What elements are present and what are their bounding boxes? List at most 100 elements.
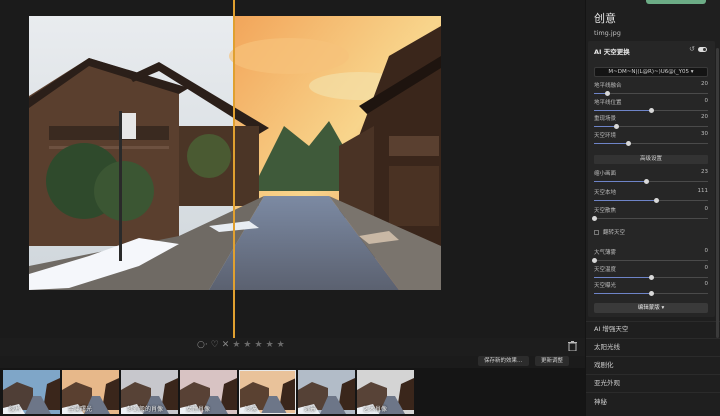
preset-thumbnail[interactable]: 梦幻般的肖像 [121,370,178,414]
section-toggle[interactable] [698,47,707,52]
panel-scrollbar[interactable] [716,48,719,338]
panel-item-mystical[interactable]: 神秘 [594,396,607,406]
slider-label: 地平线融合 [594,83,622,89]
divider [586,356,720,357]
divider [586,338,720,339]
slider-fill [594,199,657,201]
slider-label: 天空散焦 [594,208,617,214]
slider-label: 天空温度 [594,266,617,273]
panel-item-matte-look[interactable]: 亚光外观 [594,377,620,387]
slider-value: 0 [704,248,709,254]
slider-value: 20 [701,81,708,87]
preset-thumbnail[interactable]: 金属曙光 [62,370,119,414]
star-icon[interactable]: ★ [266,340,274,350]
undo-icon[interactable]: ↺ [689,45,695,53]
star-icon[interactable]: ★ [255,340,263,350]
panel-item-dramatic[interactable]: 戏剧化 [594,359,614,369]
trash-icon[interactable] [568,341,577,351]
thumbnail-label: 远景 [304,406,317,413]
advanced-slider[interactable]: 天空本地 111 [594,188,708,206]
slider-value: 0 [704,206,709,212]
slider-label: 地平线位置 [594,99,622,106]
preset-filmstrip: 胶片 金属曙光 梦幻般的肖像 女性肖像 冷漠 远景 艺术肖像 [0,368,585,416]
creative-panel: 创意 timg.jpg AI 天空更换 ↺ M~DM~N|(L@R)~)U6@(… [585,0,720,416]
image-canvas[interactable] [0,0,585,338]
slider-handle[interactable] [605,91,611,96]
slider-value: 0 [704,264,709,271]
thumbnail-label: 女性肖像 [186,406,211,413]
checkbox-box[interactable] [594,229,599,235]
slider-value: 20 [701,114,708,120]
compare-divider-handle[interactable] [233,0,235,338]
slider-handle[interactable] [648,107,654,113]
thumbnail-label: 冷漠 [245,406,258,413]
slider-handle[interactable] [643,179,649,184]
slider-value: 111 [697,187,709,194]
photo-preview [29,16,441,290]
save-preset-button[interactable]: 保存新的效果… [478,356,529,366]
reject-icon[interactable]: ✕ [222,340,230,350]
advanced-slider[interactable]: 天空散焦 0 [591,206,709,224]
slider-fill [594,181,647,182]
star-icon[interactable]: ★ [232,340,240,350]
color-label-icon[interactable]: ○· [197,340,208,350]
slider-handle[interactable] [648,291,654,296]
slider-value: 0 [704,281,709,287]
section-title[interactable]: AI 天空更换 [594,46,630,56]
advanced-slider[interactable]: 缩小画面 23 [594,169,708,187]
slider-handle[interactable] [614,124,620,129]
panel-accent [646,0,706,4]
rating-bar: ○· ♡ ✕ ★ ★ ★ ★ ★ [0,338,585,356]
slider-handle[interactable] [654,197,660,203]
lower-slider[interactable]: 天空曝光 0 [594,281,708,299]
edit-mask-button[interactable]: 编辑蒙版 ▾ [594,303,708,313]
param-slider[interactable]: 重现场景 20 [594,114,708,132]
param-slider[interactable]: 地平线位置 0 [594,98,708,116]
advanced-settings-button[interactable]: 高级设置 [594,155,708,164]
lower-slider[interactable]: 天空温度 0 [594,265,708,283]
flip-sky-label: 翻转天空 [603,230,626,236]
slider-track[interactable] [594,93,708,94]
lower-slider[interactable]: 大气薄雾 0 [591,248,709,266]
thumbnail-label: 艺术肖像 [363,406,388,413]
slider-handle[interactable] [591,258,597,263]
slider-label: 天空曝光 [594,283,617,289]
street-photo [29,16,441,290]
slider-handle[interactable] [648,274,654,280]
star-icon[interactable]: ★ [243,340,251,350]
param-slider[interactable]: 地平线融合 20 [594,81,708,99]
flip-sky-checkbox[interactable]: 翻转天空 [594,228,625,236]
heart-icon[interactable]: ♡ [211,340,219,350]
sky-dropdown[interactable]: M~DM~N|(L@R)~)U6@(_Y05 ▾ [594,67,708,77]
slider-label: 大气薄雾 [594,250,617,256]
slider-handle[interactable] [591,216,597,221]
slider-value: 0 [704,97,709,104]
preset-thumbnail[interactable]: 胶片 [3,370,60,414]
slider-label: 天空本地 [594,189,617,196]
app-window: ○· ♡ ✕ ★ ★ ★ ★ ★ 保存新的效果… 更新调整 胶片 金属曙光 梦幻般的… [0,0,720,416]
slider-value: 23 [701,169,708,175]
slider-track[interactable] [594,218,708,219]
divider [586,392,720,393]
preset-thumbnail[interactable]: 冷漠 [239,370,296,414]
preset-thumbnail[interactable]: 远景 [298,370,355,414]
param-slider[interactable]: 天空环境 30 [594,131,708,149]
slider-fill [594,109,651,111]
star-icon[interactable]: ★ [277,340,285,350]
slider-label: 重现场景 [594,116,617,122]
update-preset-button[interactable]: 更新调整 [535,356,570,366]
slider-label: 缩小画面 [594,171,617,177]
slider-fill [594,293,651,294]
thumbnail-label: 金属曙光 [68,406,93,413]
panel-item-sun-rays[interactable]: 太阳光线 [594,341,620,351]
preset-thumbnail[interactable]: 艺术肖像 [357,370,414,414]
slider-value: 30 [701,130,708,137]
divider [586,321,720,322]
slider-label: 天空环境 [594,132,617,139]
panel-item-ai-sky-enhance[interactable]: AI 增强天空 [594,323,628,333]
preset-thumbnail[interactable]: 女性肖像 [180,370,237,414]
file-name: timg.jpg [594,29,621,37]
slider-track[interactable] [594,260,708,261]
slider-handle[interactable] [625,140,631,146]
thumbnail-label: 梦幻般的肖像 [127,406,164,413]
